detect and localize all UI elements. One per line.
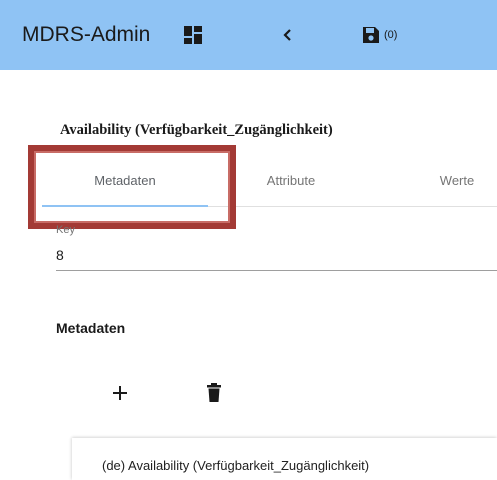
dashboard-icon (184, 26, 202, 44)
tab-bar: Metadaten Attribute Werte (42, 158, 497, 207)
tab-werte[interactable]: Werte (374, 158, 497, 204)
delete-metadata-button[interactable] (206, 383, 222, 403)
list-item-text: (de) Availability (Verfügbarkeit_Zugängl… (102, 458, 370, 473)
save-button[interactable]: (0) (362, 25, 397, 45)
page-title: Availability (Verfügbarkeit_Zugänglichke… (60, 122, 333, 138)
trash-icon (207, 383, 221, 402)
tab-attribute[interactable]: Attribute (208, 158, 374, 204)
back-button[interactable] (280, 26, 294, 44)
dashboard-button[interactable] (184, 26, 202, 44)
chevron-left-icon (283, 29, 291, 41)
metadaten-section-title: Metadaten (56, 320, 126, 336)
add-metadata-button[interactable] (110, 383, 130, 403)
list-item[interactable]: (de) Availability (Verfügbarkeit_Zugängl… (72, 438, 497, 480)
save-icon (363, 27, 379, 43)
plus-icon (113, 386, 127, 400)
tab-metadaten[interactable]: Metadaten (42, 158, 208, 204)
key-field-label: Key (56, 224, 75, 236)
active-tab-indicator (42, 205, 208, 207)
key-field[interactable]: Key 8 (56, 224, 497, 271)
top-app-bar: MDRS-Admin (0) (0, 0, 497, 70)
save-count: (0) (384, 29, 398, 41)
key-field-value: 8 (56, 247, 64, 263)
app-title: MDRS-Admin (22, 23, 151, 46)
